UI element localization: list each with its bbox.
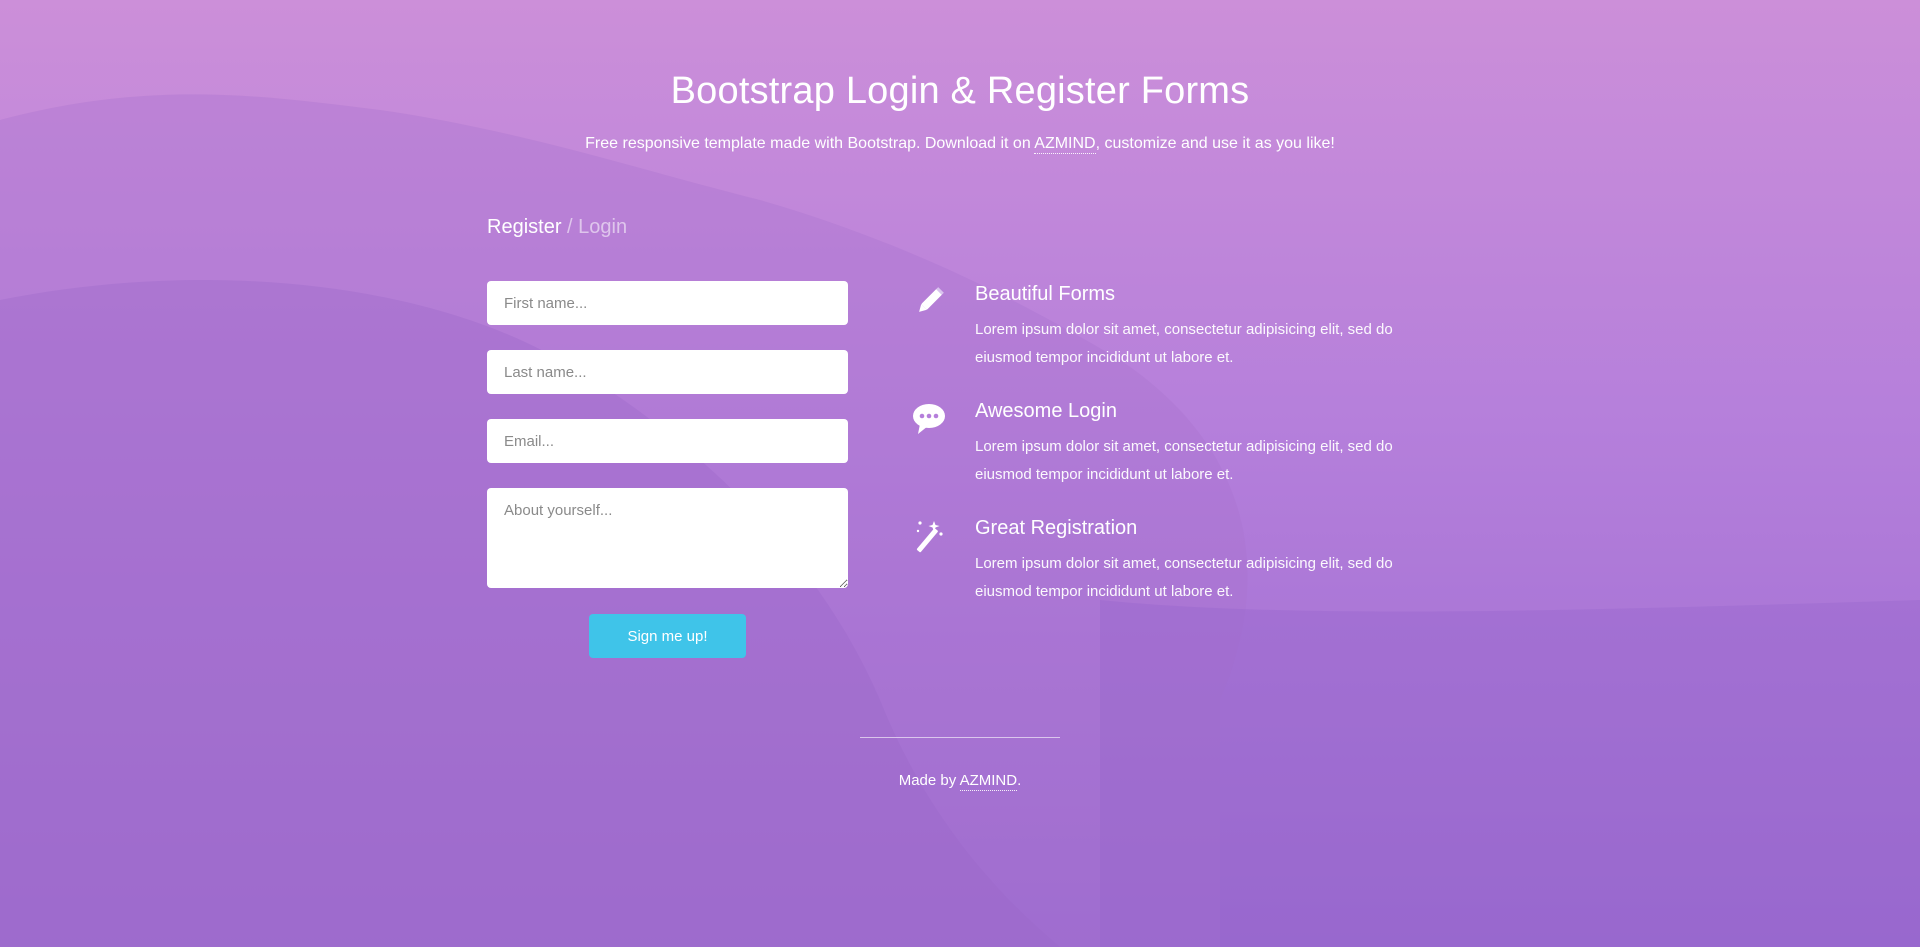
footer-prefix: Made by: [898, 772, 960, 789]
page-header: Bootstrap Login & Register Forms Free re…: [0, 70, 1920, 154]
feature-title: Beautiful Forms: [975, 283, 1116, 305]
features-list: Beautiful Forms Lorem ipsum dolor sit am…: [910, 281, 1410, 632]
chat-bubble-icon: [910, 400, 948, 438]
feature-description: Lorem ipsum dolor sit amet, consectetur …: [975, 321, 1393, 366]
page-title: Bootstrap Login & Register Forms: [670, 70, 1250, 112]
feature-item: Great Registration Lorem ipsum dolor sit…: [910, 515, 1410, 632]
about-textarea[interactable]: [487, 488, 848, 588]
pencil-icon: [910, 283, 948, 321]
register-form: Sign me up!: [487, 281, 848, 658]
feature-item: Awesome Login Lorem ipsum dolor sit amet…: [910, 398, 1410, 515]
azmind-link[interactable]: AZMIND: [1034, 135, 1096, 154]
form-title: Register / Login: [487, 216, 627, 239]
sign-up-button[interactable]: Sign me up!: [589, 614, 746, 658]
feature-description: Lorem ipsum dolor sit amet, consectetur …: [975, 438, 1393, 483]
title-separator: /: [561, 216, 579, 238]
magic-wand-icon: [910, 517, 948, 555]
page-description: Free responsive template made with Boots…: [0, 135, 1920, 154]
description-text-before: Free responsive template made with Boots…: [585, 135, 1035, 152]
description-text-after: , customize and use it as you like!: [1095, 135, 1335, 152]
footer-azmind-link[interactable]: AZMIND: [959, 772, 1018, 791]
email-input[interactable]: [487, 419, 848, 463]
footer-divider: [860, 737, 1060, 738]
register-label[interactable]: Register: [487, 216, 561, 238]
last-name-input[interactable]: [487, 350, 848, 394]
feature-description: Lorem ipsum dolor sit amet, consectetur …: [975, 555, 1393, 600]
footer-suffix: .: [1017, 772, 1022, 789]
footer: Made by AZMIND.: [0, 772, 1920, 791]
feature-item: Beautiful Forms Lorem ipsum dolor sit am…: [910, 281, 1410, 398]
feature-title: Great Registration: [975, 517, 1138, 539]
login-link[interactable]: Login: [578, 216, 627, 238]
feature-title: Awesome Login: [975, 400, 1117, 422]
first-name-input[interactable]: [487, 281, 848, 325]
